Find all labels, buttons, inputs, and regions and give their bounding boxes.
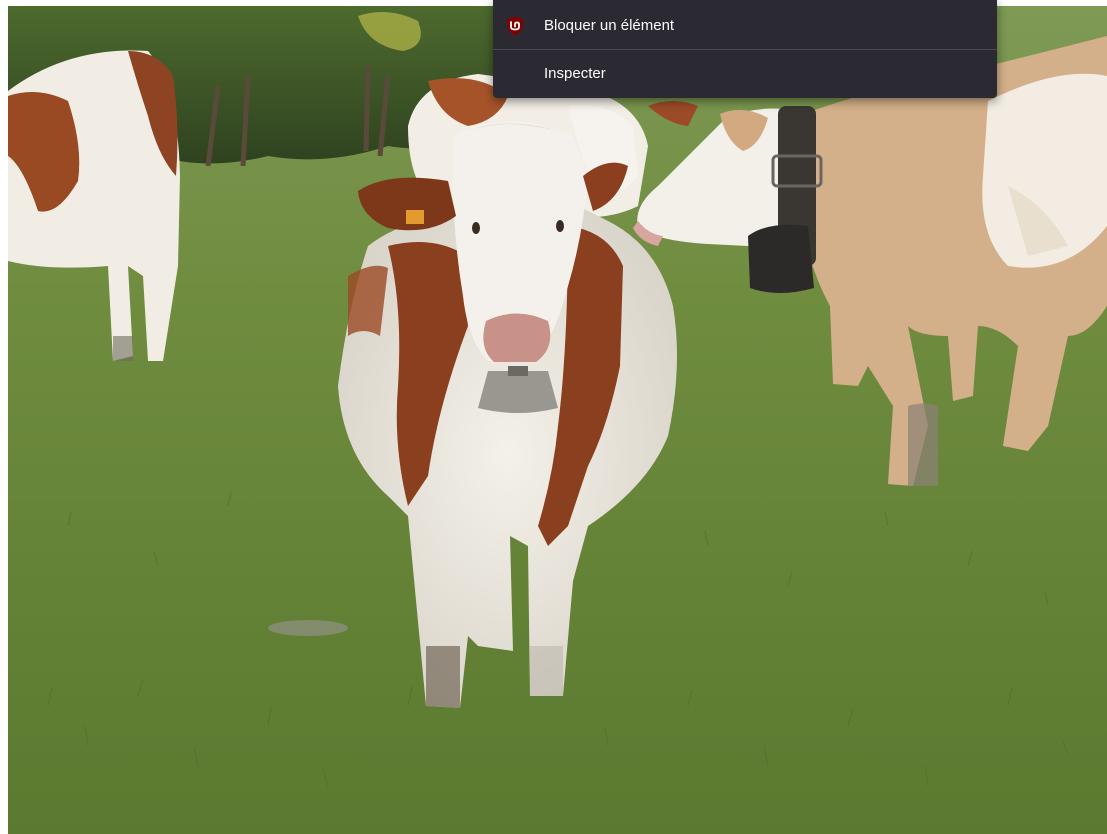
ublock-shield-icon [507,16,523,35]
cow-photo[interactable] [8,6,1107,834]
menu-item-label: Inspecter [544,65,606,82]
menu-item-block-element[interactable]: Bloquer un élément [493,4,997,47]
menu-item-inspect[interactable]: Inspecter [493,52,997,95]
cow-muzzle [483,313,551,362]
context-menu: Bloquer un élément Inspecter [493,0,997,98]
cow-bell-center [478,371,558,413]
cow-bell-right [748,224,814,293]
menu-item-label: Bloquer un élément [544,17,675,34]
menu-separator [493,49,997,50]
cow-photo-drawing [8,6,1107,834]
page: Bloquer un élément Inspecter [0,0,1107,834]
ear-tag [406,210,424,224]
stone [268,620,348,636]
